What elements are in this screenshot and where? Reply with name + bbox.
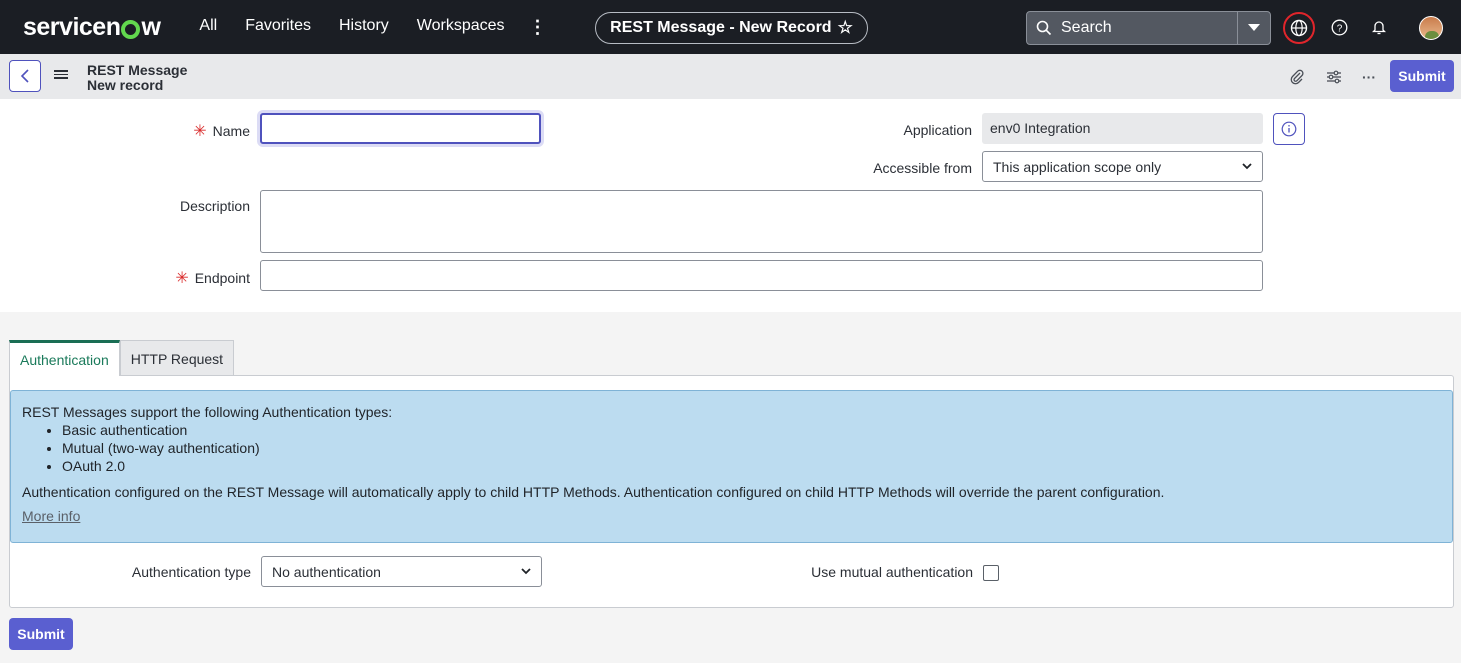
logo-o-mark xyxy=(121,19,141,39)
menu-all[interactable]: All xyxy=(185,17,231,38)
more-menu-icon[interactable]: ⋮ xyxy=(519,17,557,38)
submit-button-top[interactable]: Submit xyxy=(1390,60,1454,92)
top-navigation-bar: servicen w All Favorites History Workspac… xyxy=(0,0,1461,54)
main-menu: All Favorites History Workspaces ⋮ xyxy=(185,17,556,38)
application-label: Application xyxy=(903,122,973,138)
list-item: OAuth 2.0 xyxy=(62,457,1441,475)
notification-bell-icon[interactable] xyxy=(1369,17,1389,37)
authentication-info-message: REST Messages support the following Auth… xyxy=(10,390,1453,543)
accessible-from-select[interactable]: This application scope only xyxy=(982,151,1263,182)
list-item: Basic authentication xyxy=(62,421,1441,439)
more-actions-icon[interactable]: ··· xyxy=(1359,67,1379,87)
servicenow-logo[interactable]: servicen w xyxy=(23,12,161,42)
svg-text:?: ? xyxy=(1336,23,1342,34)
user-avatar[interactable] xyxy=(1419,16,1443,40)
description-label: Description xyxy=(179,198,250,214)
authentication-type-label: Authentication type xyxy=(131,564,251,580)
form-fields-section: ✳ Name Application env0 Integration Acces… xyxy=(0,99,1461,312)
search-scope-dropdown[interactable] xyxy=(1237,12,1270,44)
auth-intro-text: REST Messages support the following Auth… xyxy=(22,404,393,420)
search-input[interactable]: Search xyxy=(1061,19,1237,37)
required-icon: ✳ xyxy=(193,123,207,140)
menu-workspaces[interactable]: Workspaces xyxy=(403,17,519,38)
menu-favorites[interactable]: Favorites xyxy=(231,17,325,38)
help-icon[interactable]: ? xyxy=(1329,17,1349,37)
settings-sliders-icon[interactable] xyxy=(1324,67,1344,87)
global-search[interactable]: Search xyxy=(1026,11,1271,45)
chevron-down-icon xyxy=(521,568,531,575)
info-icon[interactable] xyxy=(1273,113,1305,145)
record-title: REST Message - New Record xyxy=(610,19,832,36)
attachment-icon[interactable] xyxy=(1287,67,1307,87)
globe-icon[interactable] xyxy=(1283,12,1315,44)
accessible-from-label: Accessible from xyxy=(873,160,972,176)
more-info-link[interactable]: More info xyxy=(22,507,80,525)
chevron-down-icon xyxy=(1242,163,1252,170)
chevron-down-icon xyxy=(1248,24,1260,31)
logo-text-start: servicen xyxy=(23,12,121,41)
record-title-pill[interactable]: REST Message - New Record ☆ xyxy=(595,12,868,44)
name-label: ✳ Name xyxy=(193,123,250,140)
endpoint-label: ✳ Endpoint xyxy=(175,270,250,287)
back-button[interactable] xyxy=(9,60,41,92)
menu-history[interactable]: History xyxy=(325,17,403,38)
application-field: env0 Integration xyxy=(982,113,1263,144)
required-icon: ✳ xyxy=(175,270,189,287)
mutual-authentication-label: Use mutual authentication xyxy=(811,564,973,580)
auth-note-text: Authentication configured on the REST Me… xyxy=(22,484,1165,500)
authentication-tab-panel: REST Messages support the following Auth… xyxy=(9,375,1454,608)
tab-authentication[interactable]: Authentication xyxy=(9,340,120,376)
endpoint-input[interactable] xyxy=(260,260,1263,291)
record-table-title: REST Message xyxy=(87,62,188,78)
logo-text-end: w xyxy=(141,12,161,41)
mutual-authentication-checkbox[interactable] xyxy=(983,565,999,581)
submit-button-bottom[interactable]: Submit xyxy=(9,618,73,650)
accessible-from-value: This application scope only xyxy=(993,158,1162,175)
search-icon xyxy=(1027,20,1061,36)
chevron-left-icon xyxy=(20,69,29,83)
favorite-star-icon[interactable]: ☆ xyxy=(838,18,853,38)
form-header-bar: REST Message New record ··· Submit xyxy=(0,54,1461,99)
context-menu-icon[interactable] xyxy=(54,68,68,84)
form-tabs: Authentication HTTP Request xyxy=(9,340,235,376)
record-subtitle: New record xyxy=(87,77,164,93)
list-item: Mutual (two-way authentication) xyxy=(62,439,1441,457)
name-input[interactable] xyxy=(260,113,541,144)
authentication-type-select[interactable]: No authentication xyxy=(261,556,542,587)
description-textarea[interactable] xyxy=(260,190,1263,253)
authentication-type-value: No authentication xyxy=(272,563,381,580)
tab-http-request[interactable]: HTTP Request xyxy=(119,340,235,376)
auth-types-list: Basic authentication Mutual (two-way aut… xyxy=(62,421,1441,475)
